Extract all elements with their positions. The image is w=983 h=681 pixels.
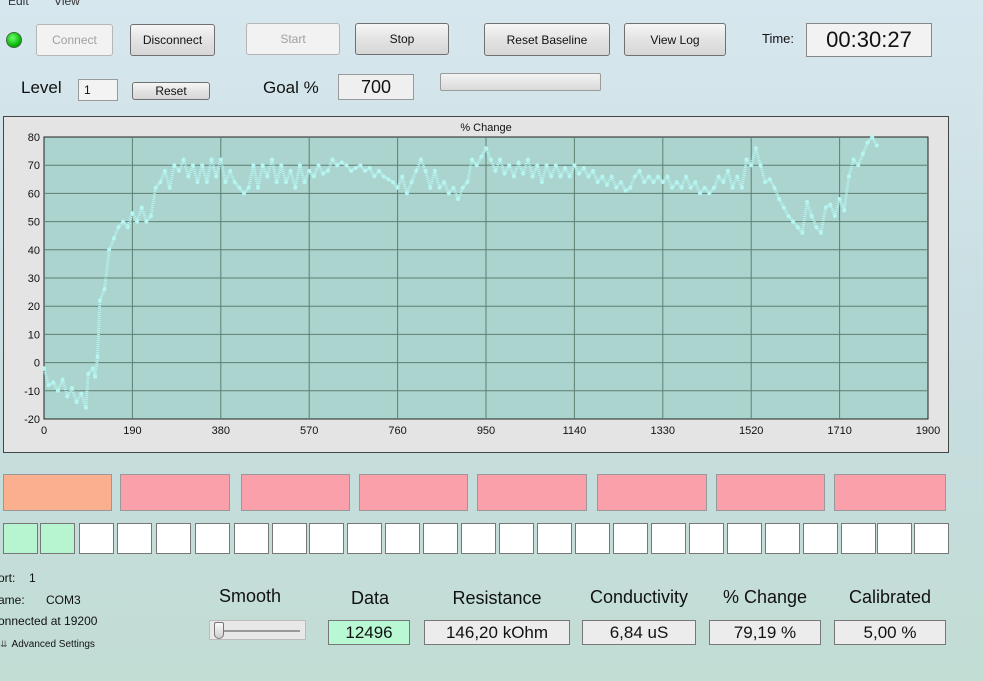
name-label: ame: <box>0 593 25 607</box>
connect-button[interactable]: Connect <box>36 24 113 56</box>
goal-value-display: 700 <box>338 74 414 100</box>
y-tick-label: 10 <box>28 329 40 341</box>
indicator-cell <box>841 523 876 554</box>
connection-status-text: onnected at 19200 <box>0 614 98 628</box>
elapsed-time-display: 00:30:27 <box>806 23 932 57</box>
connection-status-led <box>6 32 22 48</box>
indicator-tile <box>241 474 350 511</box>
y-tick-label: 20 <box>28 301 40 313</box>
x-tick-label: 1520 <box>739 425 763 437</box>
indicator-cell <box>347 523 382 554</box>
view-log-button[interactable]: View Log <box>624 23 726 56</box>
menu-view[interactable]: View <box>54 0 80 8</box>
x-tick-label: 760 <box>388 425 406 437</box>
change-chart-svg: 0 190 380 570 760 950 1140 1330 1520 1710 1900 80 70… <box>24 122 940 437</box>
y-tick-label: 60 <box>28 188 40 200</box>
calibrated-value: 5,00 % <box>834 620 946 645</box>
start-button[interactable]: Start <box>246 23 340 55</box>
percent-change-value: 79,19 % <box>709 620 821 645</box>
indicator-tile <box>597 474 707 511</box>
indicator-cell <box>613 523 648 554</box>
time-label: Time: <box>762 31 795 46</box>
indicator-cell <box>537 523 572 554</box>
indicator-cell <box>79 523 114 554</box>
level-input[interactable]: 1 <box>78 79 118 101</box>
smooth-slider-thumb[interactable] <box>214 622 224 639</box>
percent-change-label: % Change <box>722 587 808 607</box>
y-tick-label: 70 <box>28 160 40 172</box>
x-tick-label: 1710 <box>827 425 851 437</box>
x-tick-label: 380 <box>212 425 230 437</box>
y-tick-label: -10 <box>24 386 40 398</box>
resistance-value: 146,20 kOhm <box>424 620 570 645</box>
advanced-settings-label: Advanced Settings <box>11 639 95 650</box>
calibrated-label: Calibrated <box>848 587 932 607</box>
indicator-cell <box>40 523 75 554</box>
data-point <box>874 143 879 148</box>
slider-track-line <box>216 630 300 632</box>
x-tick-label: 190 <box>123 425 141 437</box>
smooth-label: Smooth <box>218 586 282 606</box>
indicator-cell <box>195 523 230 554</box>
data-label: Data <box>350 588 390 608</box>
conductivity-label: Conductivity <box>589 587 689 607</box>
indicator-cell <box>651 523 686 554</box>
resistance-label: Resistance <box>452 588 542 608</box>
y-tick-label: 30 <box>28 273 40 285</box>
menu-bar: Edit View <box>0 0 983 8</box>
indicator-cell <box>234 523 269 554</box>
indicator-tile <box>120 474 230 511</box>
indicator-cell <box>727 523 762 554</box>
port-label: ort: <box>0 571 16 585</box>
level-reset-button[interactable]: Reset <box>132 82 210 100</box>
indicator-cell <box>689 523 724 554</box>
data-value: 12496 <box>328 620 410 645</box>
indicator-tile <box>834 474 946 511</box>
indicator-cell <box>3 523 38 554</box>
indicator-cell <box>117 523 152 554</box>
indicator-cell <box>803 523 838 554</box>
x-tick-label: 1140 <box>563 425 587 437</box>
indicator-cell <box>423 523 458 554</box>
y-tick-label: 80 <box>28 132 40 144</box>
x-tick-label: 0 <box>41 425 47 437</box>
indicator-cell <box>575 523 610 554</box>
indicator-tile <box>477 474 587 511</box>
goal-progress-bar <box>440 73 601 91</box>
y-tick-label: -20 <box>24 414 40 426</box>
x-tick-label: 1330 <box>651 425 675 437</box>
chart-title: % Change <box>460 122 511 134</box>
y-tick-label: 50 <box>28 217 40 229</box>
indicator-tile <box>3 474 112 511</box>
indicator-cell <box>499 523 534 554</box>
indicator-cell <box>272 523 307 554</box>
smooth-slider[interactable] <box>209 620 306 640</box>
reset-baseline-button[interactable]: Reset Baseline <box>484 23 610 56</box>
y-tick-label: 0 <box>34 358 40 370</box>
indicator-cell <box>877 523 912 554</box>
x-tick-label: 1900 <box>916 425 940 437</box>
indicator-cell <box>765 523 800 554</box>
indicator-tile <box>716 474 825 511</box>
x-tick-label: 570 <box>300 425 318 437</box>
port-value: 1 <box>29 571 36 585</box>
y-tick-label: 40 <box>28 245 40 257</box>
indicator-tile <box>359 474 468 511</box>
change-chart: 0 190 380 570 760 950 1140 1330 1520 1710 1900 80 70… <box>3 116 949 453</box>
indicator-cell <box>385 523 420 554</box>
advanced-settings-toggle[interactable]: ⇊ Advanced Settings <box>0 639 95 650</box>
menu-edit[interactable]: Edit <box>8 0 29 8</box>
name-value: COM3 <box>46 593 81 607</box>
x-tick-label: 950 <box>477 425 495 437</box>
stop-button[interactable]: Stop <box>355 23 449 55</box>
indicator-cell <box>461 523 496 554</box>
chevron-down-icon: ⇊ <box>0 639 8 649</box>
disconnect-button[interactable]: Disconnect <box>130 24 215 56</box>
goal-label: Goal % <box>263 78 319 97</box>
conductivity-value: 6,84 uS <box>582 620 696 645</box>
indicator-cell <box>914 523 949 554</box>
indicator-cell <box>156 523 191 554</box>
level-label: Level <box>21 78 62 97</box>
indicator-cell <box>309 523 344 554</box>
